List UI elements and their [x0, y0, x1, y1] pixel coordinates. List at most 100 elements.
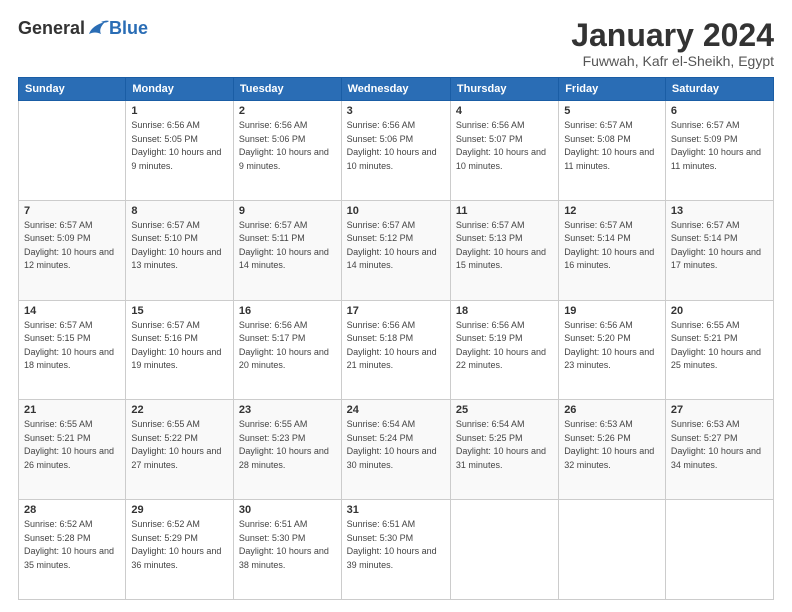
calendar-cell	[450, 500, 558, 600]
day-number: 24	[347, 404, 445, 416]
week-row-0: 1 Sunrise: 6:56 AMSunset: 5:05 PMDaylight…	[19, 101, 774, 201]
day-number: 30	[239, 504, 336, 516]
calendar-cell: 14 Sunrise: 6:57 AMSunset: 5:15 PMDayligh…	[19, 300, 126, 400]
day-info: Sunrise: 6:56 AMSunset: 5:06 PMDaylight:…	[347, 119, 445, 173]
calendar-cell	[19, 101, 126, 201]
calendar-cell: 29 Sunrise: 6:52 AMSunset: 5:29 PMDayligh…	[126, 500, 234, 600]
day-number: 28	[24, 504, 120, 516]
calendar-cell: 9 Sunrise: 6:57 AMSunset: 5:11 PMDaylight…	[233, 200, 341, 300]
calendar-cell: 19Sunrise: 6:56 AMSunset: 5:20 PMDayligh…	[559, 300, 666, 400]
calendar-cell: 7Sunrise: 6:57 AMSunset: 5:09 PMDaylight…	[19, 200, 126, 300]
calendar-cell: 23Sunrise: 6:55 AMSunset: 5:23 PMDayligh…	[233, 400, 341, 500]
day-number: 21	[24, 404, 120, 416]
location-title: Fuwwah, Kafr el-Sheikh, Egypt	[571, 53, 774, 69]
calendar-cell: 31 Sunrise: 6:51 AMSunset: 5:30 PMDayligh…	[341, 500, 450, 600]
header-row: SundayMondayTuesdayWednesdayThursdayFrid…	[19, 78, 774, 101]
header-wednesday: Wednesday	[341, 78, 450, 101]
day-number: 13	[671, 205, 768, 217]
day-number: 2	[239, 105, 336, 117]
header-monday: Monday	[126, 78, 234, 101]
day-number: 5	[564, 105, 660, 117]
calendar-cell: 26 Sunrise: 6:53 AMSunset: 5:26 PMDayligh…	[559, 400, 666, 500]
calendar-cell: 22Sunrise: 6:55 AMSunset: 5:22 PMDayligh…	[126, 400, 234, 500]
calendar-cell: 4 Sunrise: 6:56 AMSunset: 5:07 PMDaylight…	[450, 101, 558, 201]
day-info: Sunrise: 6:56 AMSunset: 5:20 PMDaylight:…	[564, 319, 660, 373]
header-tuesday: Tuesday	[233, 78, 341, 101]
title-block: January 2024 Fuwwah, Kafr el-Sheikh, Egy…	[571, 18, 774, 69]
week-row-2: 14 Sunrise: 6:57 AMSunset: 5:15 PMDayligh…	[19, 300, 774, 400]
day-number: 16	[239, 305, 336, 317]
day-info: Sunrise: 6:57 AMSunset: 5:15 PMDaylight:…	[24, 319, 120, 373]
day-info: Sunrise: 6:52 AMSunset: 5:28 PMDaylight:…	[24, 518, 120, 572]
day-info: Sunrise: 6:56 AMSunset: 5:06 PMDaylight:…	[239, 119, 336, 173]
day-number: 11	[456, 205, 553, 217]
day-info: Sunrise: 6:55 AMSunset: 5:21 PMDaylight:…	[24, 418, 120, 472]
week-row-4: 28 Sunrise: 6:52 AMSunset: 5:28 PMDayligh…	[19, 500, 774, 600]
calendar-cell: 8Sunrise: 6:57 AMSunset: 5:10 PMDaylight…	[126, 200, 234, 300]
calendar-cell: 17 Sunrise: 6:56 AMSunset: 5:18 PMDayligh…	[341, 300, 450, 400]
day-number: 29	[131, 504, 228, 516]
day-number: 26	[564, 404, 660, 416]
logo-bird-icon	[87, 20, 109, 38]
calendar-cell: 12 Sunrise: 6:57 AMSunset: 5:14 PMDayligh…	[559, 200, 666, 300]
day-info: Sunrise: 6:57 AMSunset: 5:08 PMDaylight:…	[564, 119, 660, 173]
calendar-cell: 15 Sunrise: 6:57 AMSunset: 5:16 PMDayligh…	[126, 300, 234, 400]
day-info: Sunrise: 6:56 AMSunset: 5:05 PMDaylight:…	[131, 119, 228, 173]
day-info: Sunrise: 6:55 AMSunset: 5:21 PMDaylight:…	[671, 319, 768, 373]
week-row-3: 21 Sunrise: 6:55 AMSunset: 5:21 PMDayligh…	[19, 400, 774, 500]
day-number: 20	[671, 305, 768, 317]
day-number: 25	[456, 404, 553, 416]
calendar-cell: 2 Sunrise: 6:56 AMSunset: 5:06 PMDaylight…	[233, 101, 341, 201]
calendar-cell: 3 Sunrise: 6:56 AMSunset: 5:06 PMDaylight…	[341, 101, 450, 201]
day-number: 14	[24, 305, 120, 317]
day-info: Sunrise: 6:55 AMSunset: 5:22 PMDaylight:…	[131, 418, 228, 472]
day-info: Sunrise: 6:56 AMSunset: 5:19 PMDaylight:…	[456, 319, 553, 373]
day-info: Sunrise: 6:57 AMSunset: 5:10 PMDaylight:…	[131, 219, 228, 273]
day-number: 10	[347, 205, 445, 217]
day-info: Sunrise: 6:57 AMSunset: 5:14 PMDaylight:…	[564, 219, 660, 273]
day-number: 4	[456, 105, 553, 117]
day-number: 9	[239, 205, 336, 217]
calendar-cell: 25 Sunrise: 6:54 AMSunset: 5:25 PMDayligh…	[450, 400, 558, 500]
day-info: Sunrise: 6:57 AMSunset: 5:11 PMDaylight:…	[239, 219, 336, 273]
calendar-cell: 20 Sunrise: 6:55 AMSunset: 5:21 PMDayligh…	[665, 300, 773, 400]
calendar-cell: 18Sunrise: 6:56 AMSunset: 5:19 PMDayligh…	[450, 300, 558, 400]
day-number: 15	[131, 305, 228, 317]
day-number: 6	[671, 105, 768, 117]
calendar-cell: 16Sunrise: 6:56 AMSunset: 5:17 PMDayligh…	[233, 300, 341, 400]
day-number: 31	[347, 504, 445, 516]
header-friday: Friday	[559, 78, 666, 101]
header-thursday: Thursday	[450, 78, 558, 101]
day-info: Sunrise: 6:54 AMSunset: 5:25 PMDaylight:…	[456, 418, 553, 472]
calendar-cell: 10 Sunrise: 6:57 AMSunset: 5:12 PMDayligh…	[341, 200, 450, 300]
day-number: 17	[347, 305, 445, 317]
header-sunday: Sunday	[19, 78, 126, 101]
day-info: Sunrise: 6:56 AMSunset: 5:07 PMDaylight:…	[456, 119, 553, 173]
day-info: Sunrise: 6:57 AMSunset: 5:09 PMDaylight:…	[671, 119, 768, 173]
day-number: 12	[564, 205, 660, 217]
calendar-table: SundayMondayTuesdayWednesdayThursdayFrid…	[18, 77, 774, 600]
day-info: Sunrise: 6:55 AMSunset: 5:23 PMDaylight:…	[239, 418, 336, 472]
page: General Blue January 2024 Fuwwah, Kafr e…	[0, 0, 792, 612]
header-saturday: Saturday	[665, 78, 773, 101]
day-info: Sunrise: 6:57 AMSunset: 5:16 PMDaylight:…	[131, 319, 228, 373]
logo-general-text: General	[18, 18, 85, 39]
day-info: Sunrise: 6:57 AMSunset: 5:09 PMDaylight:…	[24, 219, 120, 273]
calendar-cell: 11 Sunrise: 6:57 AMSunset: 5:13 PMDayligh…	[450, 200, 558, 300]
month-title: January 2024	[571, 18, 774, 53]
day-info: Sunrise: 6:56 AMSunset: 5:18 PMDaylight:…	[347, 319, 445, 373]
day-info: Sunrise: 6:57 AMSunset: 5:14 PMDaylight:…	[671, 219, 768, 273]
day-info: Sunrise: 6:54 AMSunset: 5:24 PMDaylight:…	[347, 418, 445, 472]
day-info: Sunrise: 6:57 AMSunset: 5:12 PMDaylight:…	[347, 219, 445, 273]
day-info: Sunrise: 6:51 AMSunset: 5:30 PMDaylight:…	[347, 518, 445, 572]
day-info: Sunrise: 6:52 AMSunset: 5:29 PMDaylight:…	[131, 518, 228, 572]
day-number: 1	[131, 105, 228, 117]
week-row-1: 7Sunrise: 6:57 AMSunset: 5:09 PMDaylight…	[19, 200, 774, 300]
day-info: Sunrise: 6:53 AMSunset: 5:26 PMDaylight:…	[564, 418, 660, 472]
calendar-cell: 1 Sunrise: 6:56 AMSunset: 5:05 PMDaylight…	[126, 101, 234, 201]
day-number: 3	[347, 105, 445, 117]
calendar-cell	[665, 500, 773, 600]
day-info: Sunrise: 6:51 AMSunset: 5:30 PMDaylight:…	[239, 518, 336, 572]
calendar-cell: 28 Sunrise: 6:52 AMSunset: 5:28 PMDayligh…	[19, 500, 126, 600]
day-info: Sunrise: 6:57 AMSunset: 5:13 PMDaylight:…	[456, 219, 553, 273]
